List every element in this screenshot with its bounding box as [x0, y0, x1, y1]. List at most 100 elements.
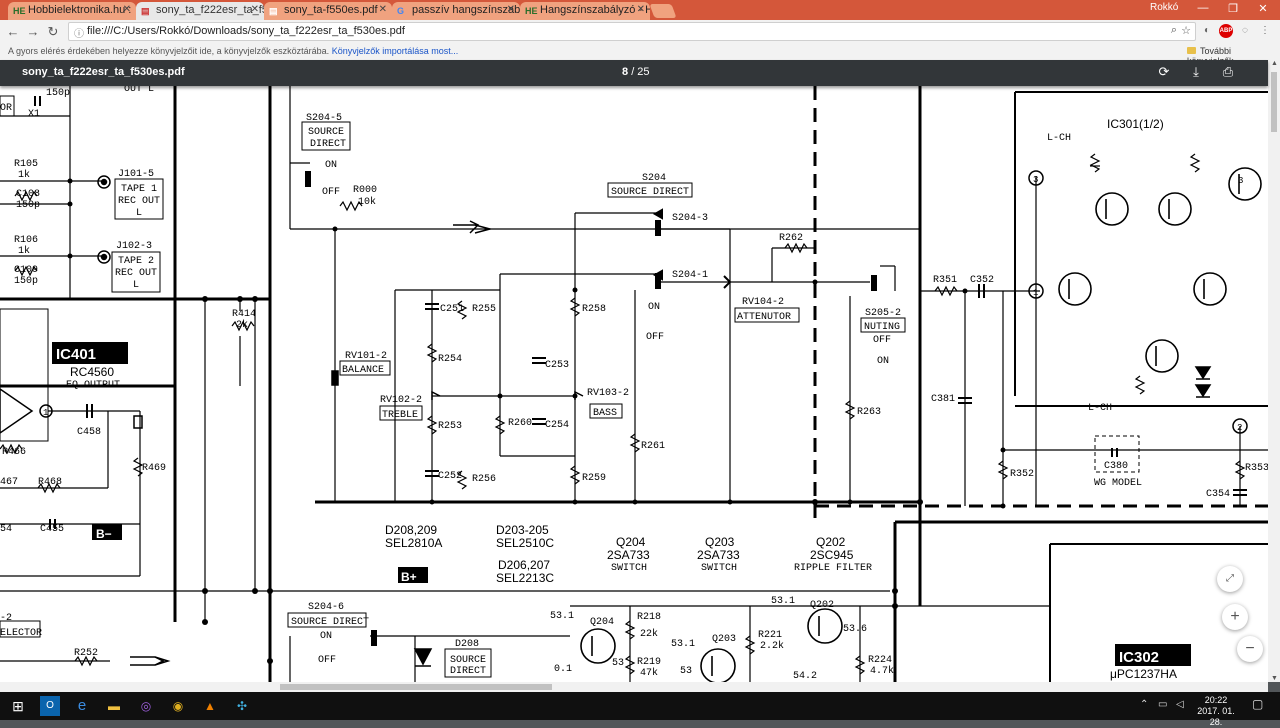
vertical-scrollbar[interactable]: ▲ ▼	[1268, 60, 1280, 682]
scroll-thumb[interactable]	[280, 684, 552, 690]
download-icon[interactable]: ⤓	[1188, 64, 1204, 80]
bookmarks-bar: A gyors elérés érdekében helyezze könyvj…	[0, 44, 1280, 66]
label-r263: R263	[857, 407, 881, 418]
label-nuting: NUTING	[864, 322, 900, 333]
zoom-out-button[interactable]: −	[1237, 636, 1263, 662]
tab-hangszinszabalyzo[interactable]: HE Hangszínszabályzó - Hob ✕	[520, 2, 650, 20]
label-upc1237: μPC1237HA	[1110, 667, 1177, 681]
label-d203-205: D203-205	[496, 523, 549, 537]
label-rv102: RV102-2	[380, 395, 422, 406]
system-clock[interactable]: 20:22 2017. 01. 28.	[1196, 695, 1236, 728]
adblock-icon[interactable]: ABP	[1219, 24, 1233, 38]
tab-hobbielektronika[interactable]: HE Hobbielektronika.hu : ✕	[8, 2, 136, 20]
label-c352: C352	[970, 275, 994, 286]
print-icon[interactable]: ⎙	[1220, 64, 1236, 80]
extension-icon[interactable]: ◐	[1200, 24, 1214, 38]
close-icon[interactable]: ✕	[379, 4, 387, 15]
label-sel2213c: SEL2213C	[496, 571, 554, 585]
bookmarks-message: A gyors elérés érdekében helyezze könyvj…	[8, 46, 458, 56]
label-r221: R221	[758, 630, 782, 641]
label-node-3b: 3	[1033, 175, 1038, 185]
network-icon[interactable]: ▭	[1158, 699, 1167, 710]
close-icon[interactable]: ✕	[123, 4, 131, 15]
label-d208-209: D208,209	[385, 523, 437, 537]
chrome-icon[interactable]: ◉	[168, 696, 188, 716]
label-r252: R252	[74, 648, 98, 659]
fit-page-button[interactable]: ⤢	[1217, 566, 1243, 592]
pdf-page: S204-5 SOURCE DIRECT ON OFF R000 10k S20…	[0, 86, 1268, 682]
outlook-icon[interactable]: O	[40, 696, 60, 716]
restore-icon[interactable]: ❐	[1218, 2, 1248, 15]
capacitors	[34, 96, 1247, 529]
label-r106-val: 1k	[18, 245, 30, 257]
tray-chevron-icon[interactable]: ⌃	[1140, 699, 1148, 710]
menu-icon[interactable]: ⋮	[1258, 24, 1272, 38]
forward-icon[interactable]: →	[24, 23, 42, 41]
file-explorer-icon[interactable]: ▬	[104, 696, 124, 716]
edge-icon[interactable]: e	[72, 696, 92, 716]
label-d208-direct: DIRECT	[450, 666, 486, 677]
label-tape2: TAPE 2	[118, 256, 154, 267]
import-bookmarks-link[interactable]: Könyvjelzők importálása most...	[332, 46, 459, 56]
extension-icon[interactable]: ◌	[1238, 24, 1252, 38]
minimize-icon[interactable]: —	[1188, 2, 1218, 14]
profile-name[interactable]: Rokkó	[1150, 2, 1178, 13]
frame-lines	[0, 86, 1268, 682]
notification-icon[interactable]: ▢	[1252, 697, 1263, 711]
address-bar[interactable]: ⓘ file:///C:/Users/Rokkó/Downloads/sony_…	[68, 22, 1196, 41]
back-icon[interactable]: ←	[4, 23, 22, 41]
close-icon[interactable]: ✕	[251, 4, 259, 15]
label-c354: C354	[1206, 489, 1230, 500]
new-tab-button[interactable]	[649, 4, 677, 18]
app-icon[interactable]: ◎	[136, 696, 156, 716]
label-c458: C458	[77, 427, 101, 438]
label-tape1-rec: REC OUT	[118, 196, 160, 207]
tab-google-search[interactable]: G passzív hangszínszabályz ✕	[392, 2, 520, 20]
page-info-icon[interactable]: ⓘ	[74, 25, 84, 40]
zoom-icon[interactable]: ⌕	[1171, 24, 1177, 37]
tab-bar: HE Hobbielektronika.hu : ✕ ▤ sony_ta_f22…	[0, 0, 1280, 20]
label-r352: R352	[1010, 469, 1034, 480]
close-icon[interactable]: ✕	[507, 4, 515, 15]
label-r255: R255	[472, 304, 496, 315]
rotate-icon[interactable]: ⟳	[1156, 64, 1172, 80]
scroll-up-icon[interactable]: ▲	[1271, 60, 1278, 67]
label-q202: Q202	[816, 535, 846, 549]
windows-start-icon[interactable]: ⊞	[8, 696, 28, 716]
label-eq-output: EQ OUTPUT	[66, 380, 120, 391]
window-close-icon[interactable]: ✕	[1248, 2, 1278, 15]
label-node-1b: 1	[43, 408, 48, 418]
label-j102: J102-3	[116, 241, 152, 252]
label-c108: C108	[16, 189, 40, 200]
reload-icon[interactable]: ↻	[44, 23, 62, 41]
volume-icon[interactable]: ◁	[1176, 699, 1184, 710]
label-r106: R106	[14, 235, 38, 246]
label-v531c: 53.1	[771, 596, 795, 607]
he-favicon-icon: HE	[525, 6, 538, 16]
tab-sony-f222esr[interactable]: ▤ sony_ta_f222esr_ta_f530e ✕	[136, 2, 264, 20]
zoom-in-button[interactable]: +	[1222, 604, 1248, 630]
label-rv103: RV103-2	[587, 388, 629, 399]
tab-label: sony_ta-f550es.pdf	[284, 4, 378, 16]
horizontal-scrollbar[interactable]	[0, 682, 1268, 692]
label-ic401: IC401	[56, 346, 96, 363]
label-source: SOURCE	[308, 127, 344, 138]
vlc-icon[interactable]: ▲	[200, 696, 220, 716]
label-v542: 54.2	[793, 671, 817, 682]
network-app-icon[interactable]: ✣	[232, 696, 252, 716]
label-v01: 0.1	[554, 664, 572, 675]
close-icon[interactable]: ✕	[637, 4, 645, 15]
label-off-4: OFF	[318, 655, 336, 666]
scroll-thumb[interactable]	[1271, 72, 1277, 132]
label-r253: R253	[438, 421, 462, 432]
scroll-down-icon[interactable]: ▼	[1271, 675, 1278, 682]
label-v53: 53	[612, 658, 624, 669]
current-page[interactable]: 8	[622, 66, 628, 78]
label-on-2: ON	[877, 356, 889, 367]
label-rc4560: RC4560	[70, 365, 114, 379]
bookmark-star-icon[interactable]: ☆	[1181, 24, 1191, 37]
label-r262: R262	[779, 233, 803, 244]
label-r261: R261	[641, 441, 665, 452]
tab-sony-f550es[interactable]: ▤ sony_ta-f550es.pdf ✕	[264, 2, 392, 20]
label-c254: C254	[545, 420, 569, 431]
